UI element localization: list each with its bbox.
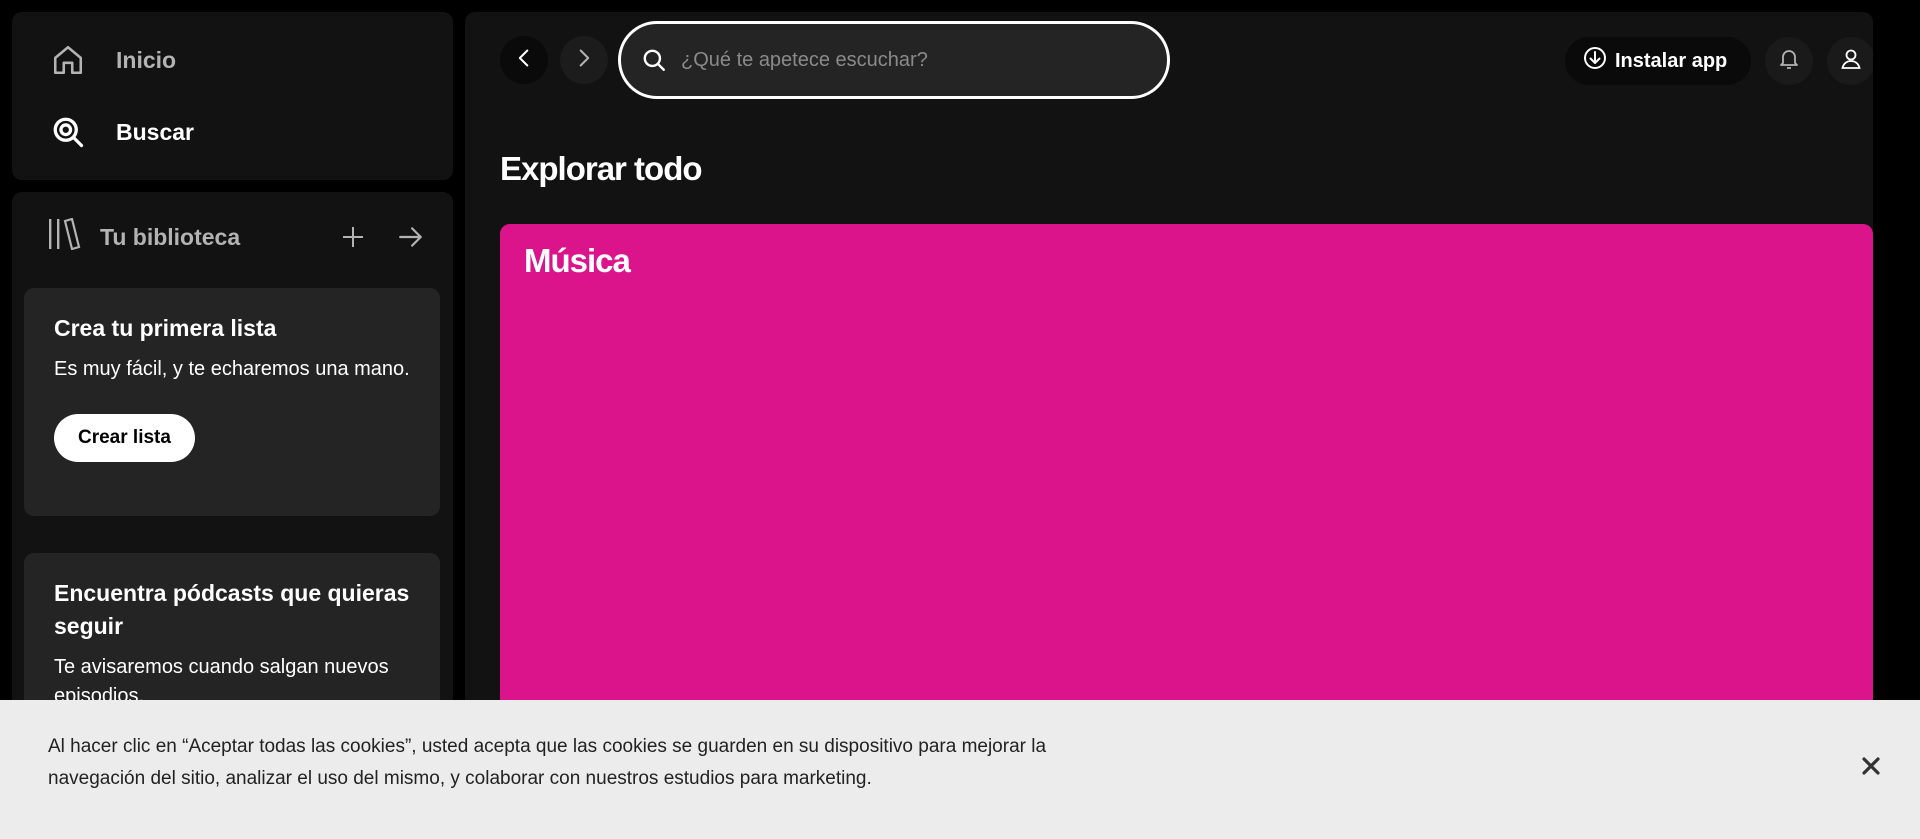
nav-item-search[interactable]: Buscar <box>48 112 194 152</box>
download-icon <box>1583 46 1607 76</box>
nav-item-home[interactable]: Inicio <box>48 40 176 80</box>
forward-button[interactable] <box>560 36 608 84</box>
nav-panel: Inicio Buscar <box>12 12 453 180</box>
genre-label: Música <box>524 242 631 279</box>
close-cookie-button[interactable] <box>1854 751 1888 785</box>
page-title: Explorar todo <box>500 150 703 187</box>
card-title: Crea tu primera lista <box>54 315 277 341</box>
library-icon <box>48 217 82 256</box>
library-actions <box>335 219 429 255</box>
user-icon <box>1839 47 1863 76</box>
notifications-button[interactable] <box>1765 37 1813 85</box>
plus-icon[interactable] <box>335 219 371 255</box>
install-app-button[interactable]: Instalar app <box>1565 37 1752 85</box>
search-input[interactable] <box>681 48 1121 72</box>
search-box <box>618 21 1170 99</box>
card-title: Encuentra pódcasts que quieras seguir <box>54 580 410 639</box>
close-icon <box>1861 756 1881 781</box>
cookie-banner: Al hacer clic en “Aceptar todas las cook… <box>0 700 1920 839</box>
library-toggle[interactable]: Tu biblioteca <box>48 217 241 256</box>
nav-home-label: Inicio <box>116 46 177 73</box>
arrow-right-icon[interactable] <box>393 219 429 255</box>
library-title: Tu biblioteca <box>100 223 241 250</box>
create-playlist-card: Crea tu primera lista Es muy fácil, y te… <box>24 288 440 516</box>
nav-search-label: Buscar <box>116 118 194 145</box>
search-icon <box>639 45 669 75</box>
cookie-text: Al hacer clic en “Aceptar todas las cook… <box>48 736 1047 789</box>
library-header: Tu biblioteca <box>48 216 429 258</box>
home-icon <box>48 40 88 80</box>
card-text: Es muy fácil, y te echaremos una mano. <box>54 358 410 380</box>
chevron-left-icon <box>514 48 534 73</box>
install-app-label: Instalar app <box>1615 49 1728 72</box>
user-menu-button[interactable] <box>1827 37 1873 85</box>
top-bar: Instalar app <box>465 12 1873 108</box>
search-icon <box>48 112 88 152</box>
create-playlist-button[interactable]: Crear lista <box>54 414 195 462</box>
bell-icon <box>1777 47 1801 76</box>
chevron-right-icon <box>574 48 594 73</box>
back-button[interactable] <box>500 36 548 84</box>
